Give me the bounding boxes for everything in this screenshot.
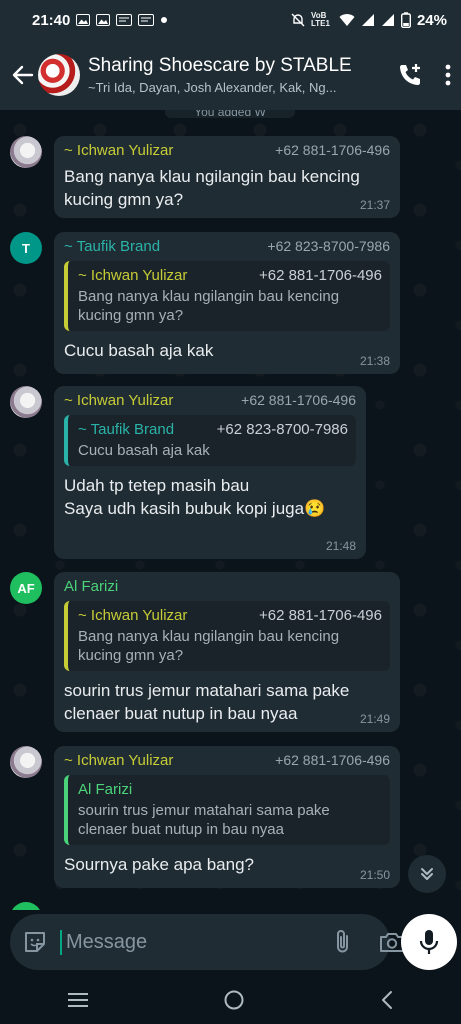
microphone-icon [419,930,439,954]
quoted-sender: ~ Taufik Brand [78,421,175,438]
quoted-text: Bang nanya klau ngilangin bau kencing ku… [78,628,340,664]
double-chevron-down-icon [421,868,433,880]
quoted-sender: ~ Ichwan Yulizar [78,267,188,284]
back-arrow-icon [12,65,34,85]
gallery-icon [96,14,111,26]
sender-phone: +62 823-8700-7986 [267,238,390,254]
sender-avatar[interactable]: AF [10,572,42,604]
chat-area[interactable]: You added W ~ Ichwan Yulizar +62 881-170… [0,110,461,910]
message-text-line: Saya udh kasih bubuk kopi juga😢 [64,499,326,518]
message-bubble[interactable]: ~ Taufik Brand +62 823-8700-7986 ~ Ichwa… [54,232,400,374]
message-time: 21:48 [325,539,356,553]
sender-name[interactable]: ~ Ichwan Yulizar [64,142,173,159]
message-icon [138,14,155,26]
avatar-initial: T [22,240,30,256]
mute-icon [291,13,305,27]
message-icon [116,14,133,26]
sticker-icon [25,932,45,952]
quoted-text: Cucu basah aja kak [78,442,210,459]
sender-avatar[interactable] [10,386,42,418]
quoted-message[interactable]: ~ Taufik Brand +62 823-8700-7986 Cucu ba… [64,415,356,466]
message-time: 21:38 [359,354,390,368]
message-bubble[interactable]: ~ Ichwan Yulizar +62 881-1706-496 Al Far… [54,746,400,888]
message-bubble[interactable]: Al Farizi ~ Ichwan Yulizar +62 881-1706-… [54,572,400,732]
sender-name[interactable]: ~ Taufik Brand [64,238,160,255]
nav-back-icon[interactable] [380,990,394,1010]
voice-message-button[interactable] [401,914,457,970]
quoted-message[interactable]: ~ Ichwan Yulizar +62 881-1706-496 Bang n… [64,601,390,671]
group-avatar[interactable] [38,54,80,96]
system-note: You added W [165,110,295,118]
message-bubble[interactable]: ~ Ichwan Yulizar +62 881-1706-496 ~ Tauf… [54,386,366,559]
signal-icon [361,14,374,26]
gallery-icon [76,14,91,26]
attach-button[interactable] [333,928,353,956]
group-participants: ~Tri Ida, Dayan, Josh Alexander, Kak, Ng… [88,80,337,95]
group-title: Sharing Shoescare by STABLE [88,55,352,76]
home-icon[interactable] [223,989,245,1011]
back-button[interactable] [10,62,36,88]
sender-name[interactable]: ~ Ichwan Yulizar [64,752,173,769]
quoted-sender: ~ Ichwan Yulizar [78,607,188,624]
quoted-phone: +62 881-1706-496 [258,267,382,284]
more-options-icon[interactable] [445,64,451,86]
sender-avatar[interactable] [10,136,42,168]
group-info[interactable]: Sharing Shoescare by STABLE ~Tri Ida, Da… [88,55,383,95]
signal-icon [381,14,394,26]
message-text: Cucu basah aja kak [64,341,214,360]
message-text: Bang nanya klau ngilangin bau kencing ku… [64,167,360,209]
sender-name[interactable]: Al Farizi [64,578,118,595]
message-bubble[interactable]: ~ Ichwan Yulizar +62 881-1706-496 Bang n… [54,136,400,218]
avatar-initial: AF [17,580,35,596]
add-call-icon[interactable] [397,62,423,88]
sender-avatar[interactable] [10,902,42,910]
sender-avatar[interactable] [10,746,42,778]
status-bar: 21:40 VoB LTE1 24% [0,0,461,40]
scroll-to-bottom-button[interactable] [408,855,446,893]
volte-indicator: VoB LTE1 [310,11,330,28]
quoted-message[interactable]: Al Farizi sourin trus jemur matahari sam… [64,775,390,845]
quoted-sender: Al Farizi [78,781,133,798]
sender-phone: +62 881-1706-496 [275,142,390,158]
quoted-phone: +62 881-1706-496 [258,607,382,624]
system-navigation-bar [0,976,461,1024]
message-time: 21:37 [359,198,390,212]
battery-percent: 24% [416,11,447,29]
dot-icon [161,17,168,23]
paperclip-icon [337,930,348,953]
chat-header: Sharing Shoescare by STABLE ~Tri Ida, Da… [0,40,461,110]
status-time: 21:40 [32,11,71,29]
sender-avatar[interactable]: T [10,232,42,264]
message-text-line: Udah tp tetep masih bau [64,476,250,495]
sender-phone: +62 881-1706-496 [241,392,356,408]
recent-apps-icon[interactable] [67,991,89,1009]
wifi-icon [339,14,355,26]
sender-phone: +62 881-1706-496 [275,752,390,768]
quoted-message[interactable]: ~ Ichwan Yulizar +62 881-1706-496 Bang n… [64,261,390,331]
battery-icon [400,12,411,28]
message-input[interactable] [60,929,333,955]
message-composer [10,914,404,970]
message-time: 21:49 [359,712,390,726]
quoted-text: Bang nanya klau ngilangin bau kencing ku… [78,288,340,324]
message-time: 21:50 [359,868,390,882]
sender-name[interactable]: ~ Ichwan Yulizar [64,392,173,409]
quoted-phone: +62 823-8700-7986 [216,421,348,438]
sticker-button[interactable] [22,929,48,955]
message-text: Sournya pake apa bang? [64,855,254,874]
message-text: sourin trus jemur matahari sama pake cle… [64,681,350,723]
quoted-text: sourin trus jemur matahari sama pake cle… [78,802,330,838]
